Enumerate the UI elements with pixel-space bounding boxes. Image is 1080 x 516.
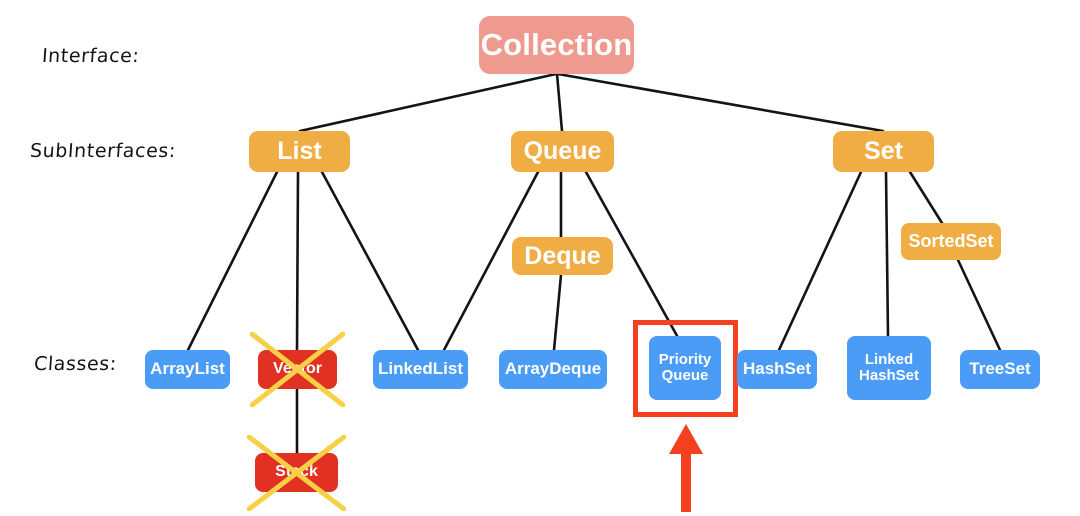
edge-set-to-linkedhashset (884, 170, 890, 338)
node-queue[interactable]: Queue (511, 131, 614, 172)
row-label-interface: Interface: (41, 45, 141, 67)
row-label-classes: Classes: (33, 353, 118, 375)
node-sortedset[interactable]: SortedSet (901, 223, 1001, 260)
edge-collection-to-queue (555, 72, 564, 133)
node-deque[interactable]: Deque (512, 237, 613, 275)
node-hashset[interactable]: HashSet (737, 350, 817, 389)
edge-list-to-linkedlist (320, 170, 420, 352)
node-stack[interactable]: Stack (255, 453, 338, 492)
pointer-arrow-up-icon (669, 424, 703, 512)
edge-list-to-vector (295, 170, 300, 352)
node-linkedlist[interactable]: LinkedList (373, 350, 468, 389)
node-treeset[interactable]: TreeSet (960, 350, 1040, 389)
edge-deque-to-arraydeque (552, 273, 563, 352)
node-arraydeque[interactable]: ArrayDeque (499, 350, 607, 389)
edge-collection-to-list (298, 72, 558, 133)
node-arraylist[interactable]: ArrayList (145, 350, 230, 389)
node-vector[interactable]: Vector (258, 350, 337, 389)
row-label-subinterfaces: SubInterfaces: (29, 140, 177, 162)
edge-set-to-hashset (777, 170, 863, 352)
edge-list-to-arraylist (186, 170, 279, 352)
node-set[interactable]: Set (833, 131, 934, 172)
edge-sortedset-to-treeset (956, 258, 1002, 352)
edge-collection-to-set (556, 72, 885, 133)
edge-set-to-sortedset (908, 170, 944, 225)
node-linkedhashset[interactable]: Linked HashSet (847, 336, 931, 400)
diagram-canvas: Interface: SubInterfaces: Classes: Collect… (0, 0, 1080, 516)
node-list[interactable]: List (249, 131, 350, 172)
node-collection[interactable]: Collection (479, 16, 634, 74)
node-priorityqueue[interactable]: Priority Queue (649, 336, 721, 400)
